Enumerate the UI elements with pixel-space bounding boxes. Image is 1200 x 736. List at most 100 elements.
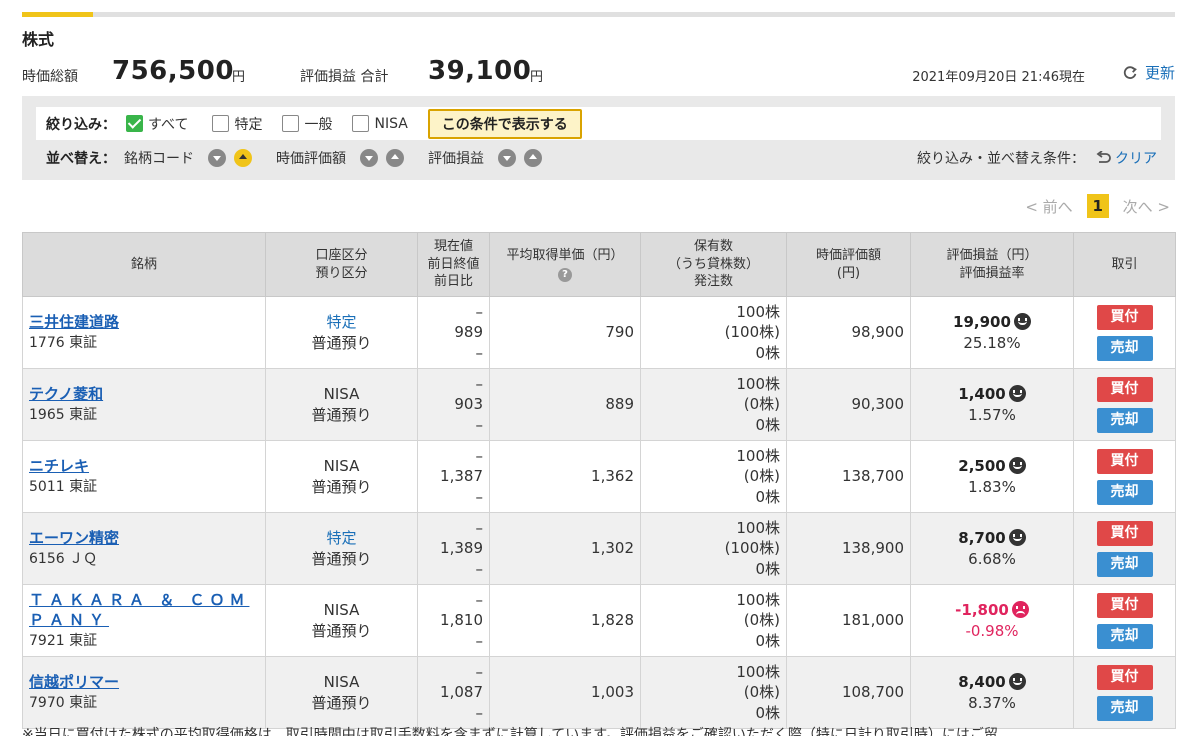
pl-total-unit: 円: [530, 70, 544, 85]
prev-close: 1,387: [440, 467, 483, 486]
pl-cell: 2,500 1.83%: [910, 440, 1074, 513]
stock-name-link[interactable]: 信越ポリマー: [29, 672, 259, 692]
checkbox-checked-icon[interactable]: [126, 115, 143, 132]
table-row: エーワン精密 6156 ＪＱ 特定 普通預り –1,389–1,302 100株 (100株…: [22, 512, 1176, 585]
buy-button[interactable]: 買付: [1096, 448, 1153, 474]
conditions-label: 絞り込み・並べ替え条件：: [917, 151, 1085, 167]
stock-cell: 三井住建道路 1776 東証: [22, 296, 266, 369]
lent-qty: (100株): [724, 539, 780, 558]
prev-close: 1,810: [440, 611, 483, 630]
market-value: 181,000: [786, 584, 911, 657]
market-value-unit: 円: [232, 70, 246, 85]
filter-option-ippan[interactable]: 一般: [282, 114, 332, 134]
day-change: –: [475, 343, 484, 362]
day-change: –: [475, 487, 484, 506]
lent-qty: (0株): [743, 683, 780, 702]
pl-cell: -1,800 -0.98%: [910, 584, 1074, 657]
stock-name-link[interactable]: ＴＡＫＡＲＡ ＆ ＣＯＭＰＡＮＹ: [29, 590, 259, 631]
prev-page-link[interactable]: < 前へ: [1025, 196, 1072, 217]
lent-qty: (0株): [743, 611, 780, 630]
custody-type: 普通預り: [311, 693, 372, 712]
stock-name-link[interactable]: テクノ菱和: [29, 384, 259, 404]
pl-rate: 6.68%: [968, 549, 1016, 568]
price-cell: –1,389–: [417, 512, 490, 585]
current-price: –: [475, 303, 484, 322]
stock-code: 6156 ＪＱ: [29, 551, 98, 568]
buy-button[interactable]: 買付: [1096, 376, 1153, 402]
buy-button[interactable]: 買付: [1096, 304, 1153, 330]
pl-amount: 19,900: [953, 313, 1011, 332]
sort-desc-icon[interactable]: [498, 149, 516, 167]
filter-option-nisa[interactable]: NISA: [352, 115, 408, 132]
next-page-link[interactable]: 次へ >: [1123, 196, 1170, 217]
holding-qty: 100株: [736, 447, 780, 466]
sort-asc-icon[interactable]: [524, 149, 542, 167]
filter-option-all[interactable]: すべて: [126, 114, 188, 134]
pl-amount: 1,400: [958, 385, 1006, 404]
table-row: 三井住建道路 1776 東証 特定 普通預り –989–790 100株 (100株) 0株 9…: [22, 296, 1176, 369]
pl-total-label: 評価損益 合計: [300, 69, 389, 85]
buy-button[interactable]: 買付: [1096, 520, 1153, 546]
trade-cell: 買付 売却: [1073, 368, 1176, 441]
smile-face-icon: [1008, 529, 1026, 547]
pl-rate: 25.18%: [963, 333, 1021, 352]
sort-key-value: 時価評価額: [276, 151, 346, 167]
pl-total: 39,100: [428, 56, 532, 86]
filter-option-tokutei[interactable]: 特定: [212, 114, 262, 134]
market-value: 138,900: [786, 512, 911, 585]
account-type: 特定: [326, 529, 357, 548]
section-top-bar: [22, 12, 1175, 17]
pl-cell: 19,900 25.18%: [910, 296, 1074, 369]
account-cell: NISA 普通預り: [265, 584, 418, 657]
account-type: NISA: [323, 601, 360, 620]
help-icon[interactable]: ?: [558, 267, 572, 282]
market-value: 90,300: [786, 368, 911, 441]
stock-name-link[interactable]: エーワン精密: [29, 528, 259, 548]
stock-name-link[interactable]: 三井住建道路: [29, 312, 259, 332]
avg-cost: 1,828: [489, 584, 641, 657]
custody-type: 普通預り: [311, 549, 372, 568]
account-type: NISA: [323, 385, 360, 404]
sell-button[interactable]: 売却: [1096, 695, 1153, 721]
sort-asc-icon[interactable]: [386, 149, 404, 167]
order-qty: 0株: [755, 559, 780, 578]
trade-cell: 買付 売却: [1073, 296, 1176, 369]
sell-button[interactable]: 売却: [1096, 335, 1153, 361]
filter-option-label: 特定: [234, 116, 263, 133]
as-of-timestamp: 2021年09月20日 21:46現在: [912, 70, 1085, 85]
checkbox-icon[interactable]: [212, 115, 230, 132]
price-cell: –989–: [417, 296, 490, 369]
stock-name-link[interactable]: ニチレキ: [29, 456, 259, 476]
header-name: 銘柄: [22, 232, 266, 297]
sell-button[interactable]: 売却: [1096, 551, 1153, 577]
checkbox-icon[interactable]: [352, 115, 370, 132]
buy-button[interactable]: 買付: [1096, 664, 1153, 690]
stock-cell: テクノ菱和 1965 東証: [22, 368, 266, 441]
table-row: テクノ菱和 1965 東証 NISA 普通預り –903–889 100株 (0株) 0株 90…: [22, 368, 1176, 441]
prev-close: 1,389: [440, 539, 483, 558]
table-row: ＴＡＫＡＲＡ ＆ ＣＯＭＰＡＮＹ 7921 東証 NISA 普通預り –1,810–1,…: [22, 584, 1176, 657]
refresh-button[interactable]: 更新: [1121, 62, 1175, 83]
sell-button[interactable]: 売却: [1096, 407, 1153, 433]
apply-filter-button[interactable]: この条件で表示する: [427, 108, 582, 139]
sort-asc-icon[interactable]: [234, 149, 252, 167]
sell-button[interactable]: 売却: [1096, 623, 1153, 649]
day-change: –: [475, 559, 484, 578]
account-cell: NISA 普通預り: [265, 440, 418, 513]
buy-button[interactable]: 買付: [1096, 592, 1153, 618]
sort-desc-icon[interactable]: [360, 149, 378, 167]
current-price: –: [475, 519, 484, 538]
clear-button[interactable]: クリア: [1095, 148, 1157, 168]
header-trade: 取引: [1073, 232, 1176, 297]
sell-button[interactable]: 売却: [1096, 479, 1153, 505]
quantity-cell: 100株 (100株) 0株: [640, 512, 787, 585]
sad-face-icon: [1011, 601, 1029, 619]
sort-desc-icon[interactable]: [208, 149, 226, 167]
pl-cell: 8,700 6.68%: [910, 512, 1074, 585]
quantity-cell: 100株 (0株) 0株: [640, 368, 787, 441]
account-type: 特定: [326, 313, 357, 332]
header-price: 現在値 前日終値 前日比: [417, 232, 490, 297]
checkbox-icon[interactable]: [282, 115, 300, 132]
account-cell: 特定 普通預り: [265, 512, 418, 585]
day-change: –: [475, 631, 484, 650]
